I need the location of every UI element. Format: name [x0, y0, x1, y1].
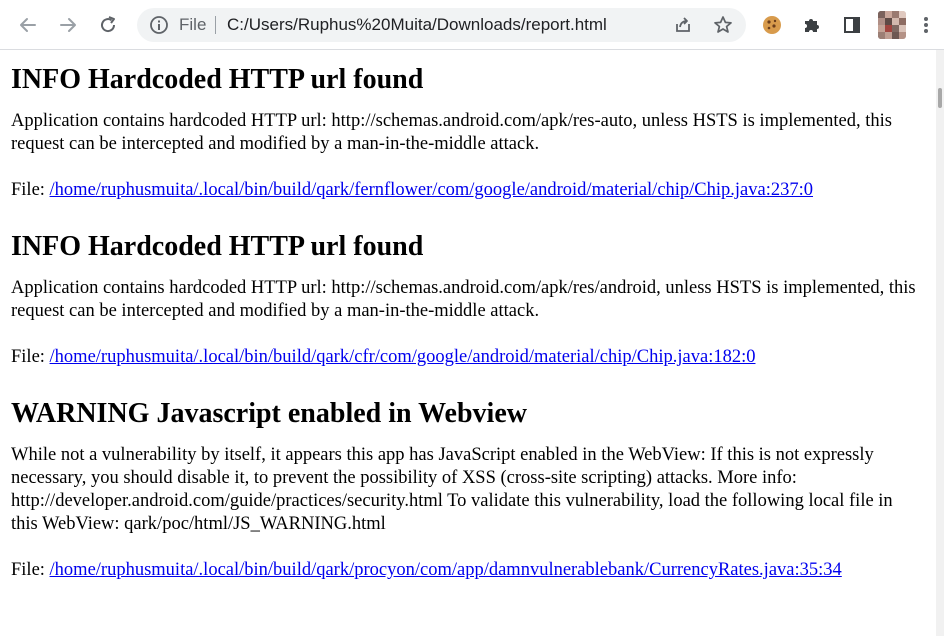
omnibox-separator: [215, 16, 216, 34]
finding-3: WARNING Javascript enabled in Webview Wh…: [11, 398, 921, 582]
finding-file-line: File: /home/ruphusmuita/.local/bin/build…: [11, 179, 921, 202]
finding-description: Application contains hardcoded HTTP url:…: [11, 111, 892, 154]
page-scrollbar[interactable]: [936, 50, 944, 636]
report-page: INFO Hardcoded HTTP url found Applicatio…: [0, 50, 936, 636]
finding-title: INFO Hardcoded HTTP url found: [11, 64, 424, 95]
file-label: File:: [11, 180, 45, 200]
finding-title: INFO Hardcoded HTTP url found: [11, 231, 424, 262]
forward-icon[interactable]: [56, 13, 80, 37]
file-link[interactable]: /home/ruphusmuita/.local/bin/build/qark/…: [50, 180, 813, 200]
finding-file-line: File: /home/ruphusmuita/.local/bin/build…: [11, 346, 921, 369]
finding-1: INFO Hardcoded HTTP url found Applicatio…: [11, 64, 921, 202]
omnibox[interactable]: File C:/Users/Ruphus%20Muita/Downloads/r…: [137, 8, 746, 42]
finding-title: WARNING Javascript enabled in Webview: [11, 398, 527, 429]
side-panel-icon[interactable]: [840, 13, 864, 37]
omnibox-url[interactable]: C:/Users/Ruphus%20Muita/Downloads/report…: [227, 15, 607, 35]
finding-file-line: File: /home/ruphusmuita/.local/bin/build…: [11, 559, 921, 582]
browser-toolbar: File C:/Users/Ruphus%20Muita/Downloads/r…: [0, 0, 944, 50]
finding-description: While not a vulnerability by itself, it …: [11, 445, 893, 534]
cookie-extension-icon[interactable]: [760, 13, 784, 37]
file-link[interactable]: /home/ruphusmuita/.local/bin/build/qark/…: [50, 347, 756, 367]
file-link[interactable]: /home/ruphusmuita/.local/bin/build/qark/…: [50, 560, 842, 580]
report-content: INFO Hardcoded HTTP url found Applicatio…: [11, 64, 921, 611]
share-icon[interactable]: [671, 13, 695, 37]
finding-2: INFO Hardcoded HTTP url found Applicatio…: [11, 231, 921, 369]
file-label: File:: [11, 347, 45, 367]
finding-description: Application contains hardcoded HTTP url:…: [11, 278, 916, 321]
extensions-puzzle-icon[interactable]: [800, 13, 824, 37]
menu-kebab-icon[interactable]: [914, 13, 938, 37]
scrollbar-thumb[interactable]: [938, 88, 942, 108]
profile-avatar[interactable]: [878, 11, 906, 39]
back-icon[interactable]: [16, 13, 40, 37]
info-icon[interactable]: [149, 15, 169, 35]
star-icon[interactable]: [711, 13, 735, 37]
omnibox-scheme-label: File: [179, 15, 207, 34]
reload-icon[interactable]: [96, 13, 120, 37]
file-label: File:: [11, 560, 45, 580]
